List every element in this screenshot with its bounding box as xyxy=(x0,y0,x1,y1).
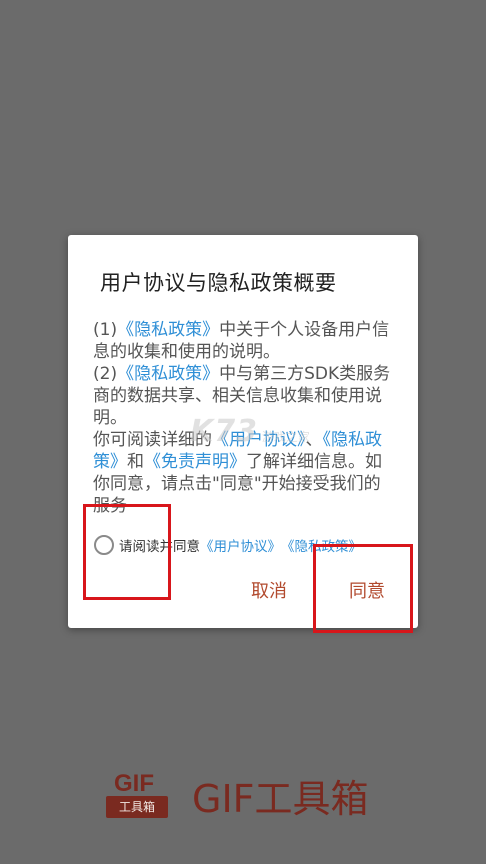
agree-radio-button[interactable] xyxy=(94,535,114,555)
app-brand: GIF 工具箱 GIF工具箱 xyxy=(106,768,369,823)
body-paragraph-2: (2)《隐私政策》中与第三方SDK类服务商的数据共享、相关信息收集和使用说明。 xyxy=(93,363,393,429)
p2-prefix: (2) xyxy=(93,364,118,384)
p3-text-1: 你可阅读详细的 xyxy=(93,430,212,450)
agree-button[interactable]: 同意 xyxy=(349,577,385,603)
privacy-dialog: 用户协议与隐私政策概要 (1)《隐私政策》中关于个人设备用户信息的收集和使用的说… xyxy=(68,235,418,628)
p1-prefix: (1) xyxy=(93,320,118,340)
privacy-policy-link-1[interactable]: 《隐私政策》 xyxy=(117,320,219,340)
app-name: GIF工具箱 xyxy=(192,777,369,821)
dialog-body: (1)《隐私政策》中关于个人设备用户信息的收集和使用的说明。 (2)《隐私政策》… xyxy=(93,319,393,517)
body-paragraph-1: (1)《隐私政策》中关于个人设备用户信息的收集和使用的说明。 xyxy=(93,319,393,363)
body-paragraph-3: 你可阅读详细的《用户协议》、《隐私政策》和《免责声明》了解详细信息。如你同意，请… xyxy=(93,429,393,517)
agree-label: 请阅读并同意 xyxy=(119,539,200,555)
agree-privacy-policy-link[interactable]: 《隐私政策》 xyxy=(281,535,362,555)
disclaimer-link[interactable]: 《免责声明》 xyxy=(144,452,246,472)
agree-checkbox-row: 请阅读并同意 《用户协议》 《隐私政策》 xyxy=(94,533,362,557)
screen: 用户协议与隐私政策概要 (1)《隐私政策》中关于个人设备用户信息的收集和使用的说… xyxy=(0,0,486,864)
app-logo-icon: GIF 工具箱 xyxy=(106,770,168,822)
dialog-title: 用户协议与隐私政策概要 xyxy=(100,271,337,295)
p3-sep-1: 、 xyxy=(305,430,323,450)
cancel-button[interactable]: 取消 xyxy=(251,577,287,603)
privacy-policy-link-2[interactable]: 《隐私政策》 xyxy=(117,364,219,384)
logo-tag: 工具箱 xyxy=(106,795,168,818)
user-agreement-link[interactable]: 《用户协议》 xyxy=(212,430,306,450)
agree-user-agreement-link[interactable]: 《用户协议》 xyxy=(200,535,281,555)
p3-sep-2: 和 xyxy=(127,452,144,472)
logo-gif-text: GIF xyxy=(114,769,154,797)
